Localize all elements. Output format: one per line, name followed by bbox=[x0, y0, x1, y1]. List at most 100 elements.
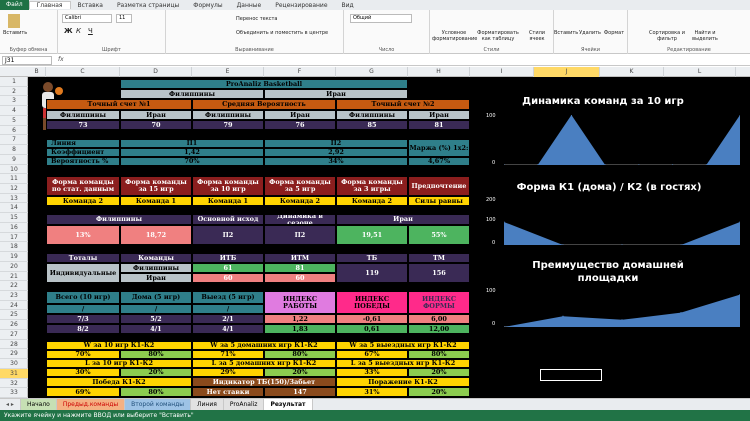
merge-center-button[interactable]: Объединить и поместить в центре bbox=[236, 30, 328, 36]
column-header[interactable]: G bbox=[336, 67, 408, 77]
row-header[interactable]: 32 bbox=[0, 379, 28, 389]
worksheet-grid[interactable]: ProAnaliz Basketball Филиппины Иран Точн… bbox=[28, 77, 750, 398]
row-header[interactable]: 17 bbox=[0, 233, 28, 243]
row-header[interactable]: 22 bbox=[0, 281, 28, 291]
column-header[interactable]: B bbox=[28, 67, 46, 77]
wins-header: W за 10 игр К1-К2 bbox=[46, 341, 192, 350]
row-header[interactable]: 14 bbox=[0, 203, 28, 214]
indicator-value: 147 bbox=[264, 387, 336, 397]
tab-formulas[interactable]: Формулы bbox=[186, 2, 229, 9]
italic-button[interactable]: К bbox=[76, 28, 81, 35]
sheet-tab[interactable]: ProAnaliz bbox=[223, 399, 265, 410]
row-header[interactable]: 2 bbox=[0, 87, 28, 97]
victory-header: Победа К1-К2 bbox=[46, 377, 192, 387]
paste-button[interactable]: Вставить bbox=[3, 14, 27, 36]
chart-point bbox=[570, 115, 573, 116]
column-header[interactable]: F bbox=[264, 67, 336, 77]
tab-view[interactable]: Вид bbox=[335, 2, 361, 9]
format-table-button[interactable]: Форматировать как таблицу bbox=[476, 30, 520, 42]
row-header[interactable]: 26 bbox=[0, 320, 28, 330]
row-header[interactable]: 18 bbox=[0, 242, 28, 253]
sheet-tab-active[interactable]: Результат bbox=[264, 399, 313, 410]
row-header[interactable]: 12 bbox=[0, 184, 28, 194]
row-header[interactable]: 31 bbox=[0, 368, 28, 379]
row-header[interactable]: 23 bbox=[0, 291, 28, 301]
column-header[interactable]: C bbox=[46, 67, 120, 77]
sheet-nav[interactable]: ◂ ▸ bbox=[0, 399, 21, 410]
tab-insert[interactable]: Вставка bbox=[71, 2, 110, 9]
team2-header: Иран bbox=[264, 89, 408, 99]
row-header[interactable]: 8 bbox=[0, 145, 28, 155]
column-header[interactable]: E bbox=[192, 67, 264, 77]
tab-data[interactable]: Данные bbox=[230, 2, 269, 9]
chart3-area[interactable] bbox=[504, 291, 740, 327]
chart2-area[interactable] bbox=[504, 199, 740, 245]
sheet-tab[interactable]: Линия bbox=[191, 399, 224, 410]
column-header[interactable]: H bbox=[408, 67, 470, 77]
row-header[interactable]: 24 bbox=[0, 301, 28, 311]
totals-team2: Иран bbox=[120, 273, 192, 283]
row-header[interactable]: 11 bbox=[0, 174, 28, 184]
column-header[interactable]: K bbox=[600, 67, 664, 77]
row-header[interactable]: 6 bbox=[0, 126, 28, 136]
alignment-group-label: Выравнивание bbox=[235, 47, 274, 53]
row-header[interactable]: 25 bbox=[0, 310, 28, 321]
number-format-select[interactable]: Общий bbox=[350, 14, 412, 23]
games-header: Дома (5 игр) bbox=[120, 291, 192, 304]
row-header[interactable]: 5 bbox=[0, 116, 28, 126]
bold-button[interactable]: Ж bbox=[64, 28, 73, 35]
row-header[interactable]: 3 bbox=[0, 96, 28, 107]
column-header[interactable]: L bbox=[664, 67, 736, 77]
row-header[interactable]: 28 bbox=[0, 340, 28, 350]
row-header[interactable]: 10 bbox=[0, 165, 28, 175]
tab-home[interactable]: Главная bbox=[28, 1, 71, 9]
find-select-button[interactable]: Найти и выделить bbox=[688, 30, 722, 42]
preference-value: Силы равны bbox=[408, 196, 470, 206]
wrap-text-button[interactable]: Перенос текста bbox=[236, 16, 278, 22]
tab-review[interactable]: Рецензирование bbox=[268, 2, 334, 9]
ribbon-tabs: Файл Главная Вставка Разметка страницы Ф… bbox=[0, 0, 750, 10]
games-value: 4/1 bbox=[192, 324, 264, 334]
underline-button[interactable]: Ч bbox=[88, 28, 93, 35]
row-header[interactable]: 13 bbox=[0, 194, 28, 204]
row-header[interactable]: 29 bbox=[0, 349, 28, 360]
delete-button[interactable]: Удалить bbox=[578, 30, 602, 36]
row-header[interactable]: 30 bbox=[0, 359, 28, 369]
exact-team-label: Филиппины bbox=[46, 110, 120, 120]
cond-format-button[interactable]: Условное форматирование bbox=[432, 30, 477, 42]
selected-cell[interactable] bbox=[540, 369, 602, 381]
totals-team1: Филиппины bbox=[120, 263, 192, 273]
row-header[interactable]: 21 bbox=[0, 272, 28, 282]
column-header[interactable]: J bbox=[534, 67, 600, 77]
fx-icon[interactable]: fx bbox=[58, 56, 64, 63]
row-header[interactable]: 7 bbox=[0, 135, 28, 146]
sheet-tab[interactable]: Второй команды bbox=[125, 399, 191, 410]
row-header[interactable]: 16 bbox=[0, 223, 28, 233]
row-header[interactable]: 15 bbox=[0, 213, 28, 223]
row-header[interactable]: 1 bbox=[0, 77, 28, 87]
sheet-tab[interactable]: Предыд.команды bbox=[56, 399, 126, 410]
row-header[interactable]: 4 bbox=[0, 106, 28, 116]
games-value: 4/1 bbox=[120, 324, 192, 334]
sheet-tab[interactable]: Начало bbox=[20, 399, 57, 410]
format-button[interactable]: Формат bbox=[602, 30, 626, 36]
insert-button[interactable]: Вставить bbox=[554, 30, 578, 36]
tab-page-layout[interactable]: Разметка страницы bbox=[110, 2, 186, 9]
row-header[interactable]: 33 bbox=[0, 388, 28, 398]
font-size-select[interactable]: 11 bbox=[116, 14, 132, 23]
column-header[interactable]: I bbox=[470, 67, 534, 77]
chart1-area[interactable] bbox=[504, 115, 740, 165]
sort-filter-button[interactable]: Сортировка и фильтр bbox=[646, 30, 688, 42]
row-header[interactable]: 27 bbox=[0, 330, 28, 340]
chart2-title: Форма К1 (дома) / К2 (в гостях) bbox=[516, 182, 702, 193]
row-header[interactable]: 20 bbox=[0, 262, 28, 272]
name-box[interactable]: J31 bbox=[2, 56, 52, 65]
formula-bar: J31 fx bbox=[0, 55, 750, 66]
column-header[interactable]: D bbox=[120, 67, 192, 77]
exact-score-value: 70 bbox=[120, 120, 192, 130]
row-header[interactable]: 19 bbox=[0, 252, 28, 262]
row-header[interactable]: 9 bbox=[0, 155, 28, 165]
cell-styles-button[interactable]: Стили ячеек bbox=[522, 30, 552, 42]
tab-file[interactable]: Файл bbox=[0, 0, 29, 10]
font-name-select[interactable]: Calibri bbox=[62, 14, 112, 23]
